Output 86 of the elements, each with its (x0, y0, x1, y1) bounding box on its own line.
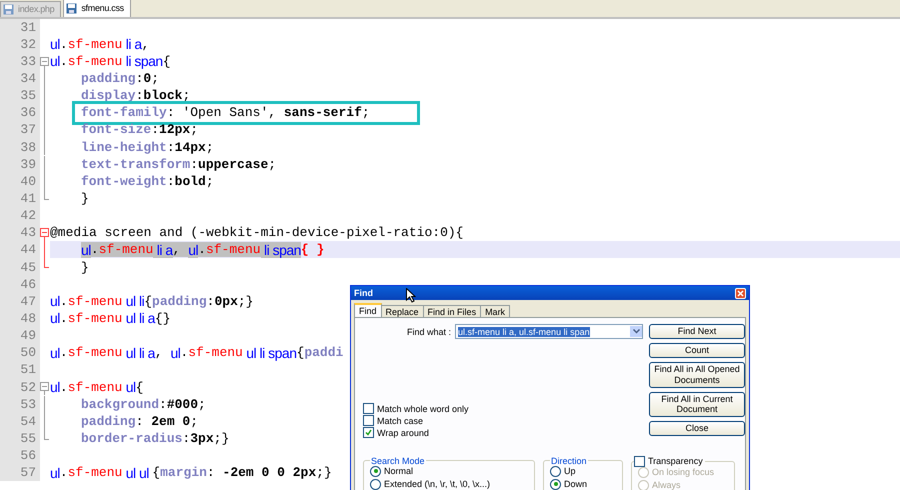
radio-button[interactable] (550, 478, 561, 490)
code-line: ul.sf-menu ul{ (50, 379, 144, 396)
line-number: 43 (0, 224, 40, 242)
code-line: line-height:14px; (81, 140, 214, 155)
code-line: background:#000; (81, 396, 206, 412)
close-button[interactable] (735, 288, 746, 298)
group-title: Search Mode (370, 456, 426, 466)
code-line: ul.sf-menu ul li a{} (50, 310, 171, 326)
dialog-button[interactable]: Count (649, 343, 746, 358)
code-line: ul.sf-menu ul li{padding:0px;} (50, 293, 254, 310)
checkbox-label: Match case (377, 416, 424, 426)
checkbox[interactable] (634, 456, 645, 466)
checkbox[interactable] (363, 427, 374, 438)
line-number: 39 (0, 156, 40, 173)
code-line: ul.sf-menu li span{ (50, 53, 170, 70)
code-line: padding: 2em 0; (81, 414, 198, 429)
code-line: display:block; (81, 88, 190, 104)
line-number: 35 (0, 87, 40, 104)
dialog-tab[interactable]: Find in Files (422, 305, 482, 317)
checkbox-label: Transparency (648, 456, 703, 466)
dialog-button[interactable]: Find All in All Opened Documents (649, 362, 746, 388)
line-number: 37 (0, 121, 40, 138)
find-what-field[interactable]: ul.sf-menu li a, ul.sf-menu li span (455, 324, 644, 339)
line-number: 41 (0, 190, 40, 208)
find-what-label: Find what : (407, 326, 452, 336)
dialog-button[interactable]: Find All in Current Document (649, 392, 746, 418)
radio-label: Down (564, 479, 588, 489)
close-icon (737, 290, 744, 296)
line-number: 54 (0, 412, 40, 430)
code-line: text-transform:uppercase; (81, 156, 276, 172)
radio-label: On losing focus (652, 467, 714, 477)
line-number: 42 (0, 207, 40, 224)
radio-label: Up (564, 466, 576, 476)
radio-button[interactable] (370, 466, 381, 476)
radio-label: Normal (384, 466, 414, 476)
line-number: 55 (0, 430, 40, 448)
line-number: 56 (0, 447, 40, 464)
line-number: 44 (0, 241, 40, 258)
line-number: 31 (0, 18, 40, 36)
code-line: border-radius:3px;} (81, 430, 230, 446)
code-line: font-size:12px; (81, 122, 198, 138)
line-number: 46 (0, 276, 40, 293)
radio-button[interactable] (550, 466, 561, 476)
line-number: 47 (0, 292, 40, 310)
dropdown-button[interactable] (630, 326, 642, 337)
checkbox-label: Match whole word only (377, 404, 469, 414)
code-line: font-weight:bold; (81, 174, 214, 189)
group-title: Direction (550, 456, 588, 466)
checkbox[interactable] (363, 403, 374, 414)
window-title: Find (354, 288, 373, 298)
line-number: 51 (0, 361, 40, 378)
line-number: 50 (0, 344, 40, 362)
checkbox[interactable] (363, 415, 374, 426)
file-tab[interactable]: sfmenu.css (63, 0, 131, 16)
code-line: ul.sf-menu ul li a, ul.sf-menu ul li span{paddi (50, 344, 344, 361)
line-number: 57 (0, 464, 40, 482)
dialog-tab[interactable]: Mark (480, 305, 510, 317)
line-number: 34 (0, 70, 40, 88)
dialog-tab[interactable]: Replace (380, 305, 424, 317)
code-line: ul.sf-menu ul ul {margin: -2em 0 0 2px;} (50, 464, 332, 481)
line-number: 45 (0, 258, 40, 276)
line-number: 53 (0, 396, 40, 413)
chevron-down-icon (632, 329, 640, 334)
dialog-tab[interactable]: Find (354, 303, 382, 317)
radio-label: Always (652, 480, 681, 490)
line-number: 52 (0, 378, 40, 396)
code-line: ul.sf-menu li a, ul.sf-menu li span{ } (81, 242, 324, 258)
dialog-button[interactable]: Find Next (649, 324, 746, 339)
mouse-pointer-icon (406, 288, 416, 303)
line-number: 36 (0, 104, 40, 122)
line-number: 48 (0, 310, 40, 328)
code-line: } (81, 260, 89, 275)
line-number: 49 (0, 327, 40, 344)
dialog-button[interactable]: Close (649, 421, 746, 436)
radio-button[interactable] (370, 478, 381, 490)
line-number: 40 (0, 172, 40, 190)
radio-label: Extended (\n, \r, \t, \0, \x...) (384, 479, 490, 489)
line-number: 32 (0, 36, 40, 53)
line-number: 38 (0, 138, 40, 156)
code-line: } (81, 190, 89, 206)
checkbox-label: Wrap around (377, 428, 429, 438)
code-line: @media screen and (-webkit-min-device-pixel-ratio:0){ (50, 225, 464, 240)
code-line: padding:0; (81, 70, 160, 86)
code-line: font-family: 'Open Sans', sans-serif; (81, 105, 370, 120)
line-number: 33 (0, 52, 40, 70)
code-line: ul.sf-menu li a, (50, 36, 150, 52)
